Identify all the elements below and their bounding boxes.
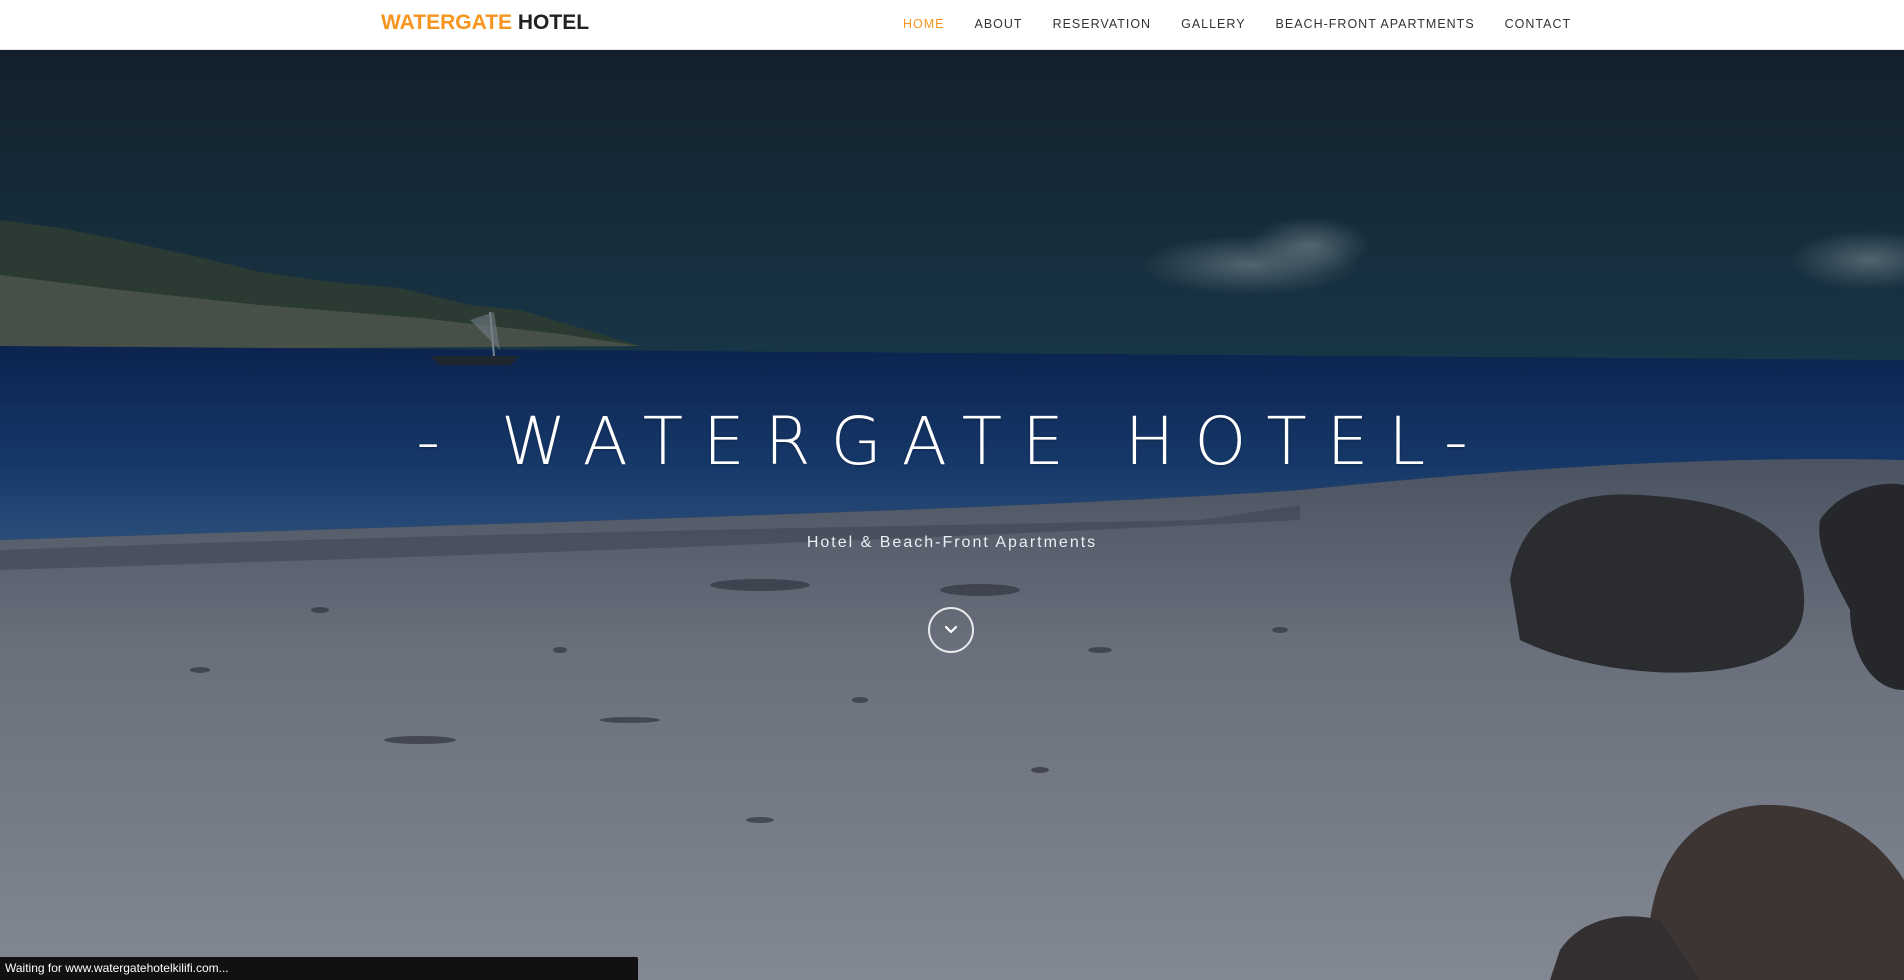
nav-link-contact[interactable]: CONTACT — [1505, 17, 1572, 31]
nav-link-beach-front-apartments[interactable]: BEACH-FRONT APARTMENTS — [1276, 17, 1475, 31]
main-nav: HOME ABOUT RESERVATION GALLERY BEACH-FRO… — [903, 17, 1601, 31]
hero-title: - WATERGATE HOTEL- — [416, 403, 1488, 480]
nav-link-gallery[interactable]: GALLERY — [1181, 17, 1245, 31]
brand-logo-part1: WATERGATE — [381, 11, 513, 34]
scroll-down-button[interactable] — [928, 607, 974, 653]
nav-link-reservation[interactable]: RESERVATION — [1053, 17, 1152, 31]
brand-logo-part2: HOTEL — [517, 11, 590, 34]
top-navbar: WATERGATE HOTEL HOME ABOUT RESERVATION G… — [0, 0, 1904, 50]
hero-dark-overlay — [0, 50, 1904, 980]
nav-link-about[interactable]: ABOUT — [975, 17, 1023, 31]
brand-logo[interactable]: WATERGATE HOTEL — [381, 11, 589, 35]
browser-status-bar: Waiting for www.watergatehotelkilifi.com… — [0, 957, 638, 980]
nav-link-home[interactable]: HOME — [903, 17, 945, 31]
chevron-down-icon — [944, 625, 958, 634]
hero-section: - WATERGATE HOTEL- Hotel & Beach-Front A… — [0, 50, 1904, 980]
hero-subtitle: Hotel & Beach-Front Apartments — [806, 534, 1098, 551]
